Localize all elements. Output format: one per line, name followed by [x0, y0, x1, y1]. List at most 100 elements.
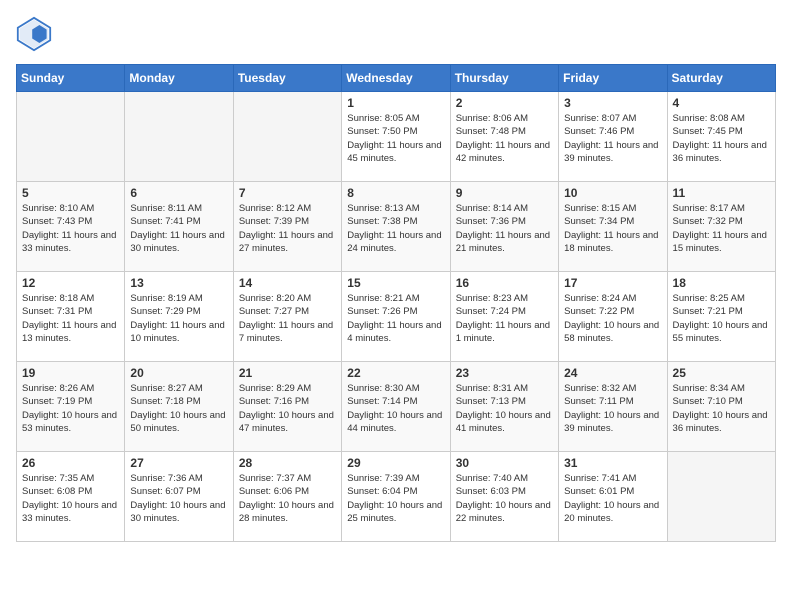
- day-info: Sunrise: 7:41 AMSunset: 6:01 PMDaylight:…: [564, 472, 661, 525]
- calendar-cell: 28 Sunrise: 7:37 AMSunset: 6:06 PMDayligh…: [233, 452, 341, 542]
- day-info: Sunrise: 8:26 AMSunset: 7:19 PMDaylight:…: [22, 382, 119, 435]
- day-number: 14: [239, 276, 336, 290]
- day-number: 19: [22, 366, 119, 380]
- calendar-table: SundayMondayTuesdayWednesdayThursdayFrid…: [16, 64, 776, 542]
- calendar-body: 1 Sunrise: 8:05 AMSunset: 7:50 PMDaylight…: [17, 92, 776, 542]
- day-number: 13: [130, 276, 227, 290]
- day-number: 10: [564, 186, 661, 200]
- day-number: 22: [347, 366, 444, 380]
- day-info: Sunrise: 8:21 AMSunset: 7:26 PMDaylight:…: [347, 292, 444, 345]
- calendar-cell: 21 Sunrise: 8:29 AMSunset: 7:16 PMDayligh…: [233, 362, 341, 452]
- day-info: Sunrise: 8:19 AMSunset: 7:29 PMDaylight:…: [130, 292, 227, 345]
- header-day: Monday: [125, 65, 233, 92]
- calendar-cell: 24 Sunrise: 8:32 AMSunset: 7:11 PMDayligh…: [559, 362, 667, 452]
- day-info: Sunrise: 8:15 AMSunset: 7:34 PMDaylight:…: [564, 202, 661, 255]
- day-number: 1: [347, 96, 444, 110]
- day-number: 30: [456, 456, 553, 470]
- day-info: Sunrise: 8:14 AMSunset: 7:36 PMDaylight:…: [456, 202, 553, 255]
- calendar-cell: 27Sunrise: 7:36 AMSunset: 6:07 PMDayligh…: [125, 452, 233, 542]
- day-number: 3: [564, 96, 661, 110]
- header-row: SundayMondayTuesdayWednesdayThursdayFrid…: [17, 65, 776, 92]
- calendar-cell: 16 Sunrise: 8:23 AMSunset: 7:24 PMDayligh…: [450, 272, 558, 362]
- calendar-cell: 4 Sunrise: 8:08 AMSunset: 7:45 PMDaylight…: [667, 92, 775, 182]
- calendar-cell: 18 Sunrise: 8:25 AMSunset: 7:21 PMDayligh…: [667, 272, 775, 362]
- calendar-cell: 26Sunrise: 7:35 AMSunset: 6:08 PMDayligh…: [17, 452, 125, 542]
- day-info: Sunrise: 8:29 AMSunset: 7:16 PMDaylight:…: [239, 382, 336, 435]
- calendar-cell: [17, 92, 125, 182]
- calendar-week: 26Sunrise: 7:35 AMSunset: 6:08 PMDayligh…: [17, 452, 776, 542]
- day-info: Sunrise: 7:40 AMSunset: 6:03 PMDaylight:…: [456, 472, 553, 525]
- day-info: Sunrise: 8:12 AMSunset: 7:39 PMDaylight:…: [239, 202, 336, 255]
- day-number: 16: [456, 276, 553, 290]
- day-number: 21: [239, 366, 336, 380]
- calendar-cell: 10 Sunrise: 8:15 AMSunset: 7:34 PMDayligh…: [559, 182, 667, 272]
- day-info: Sunrise: 8:05 AMSunset: 7:50 PMDaylight:…: [347, 112, 444, 165]
- calendar-cell: [667, 452, 775, 542]
- day-info: Sunrise: 8:25 AMSunset: 7:21 PMDaylight:…: [673, 292, 770, 345]
- day-number: 6: [130, 186, 227, 200]
- calendar-cell: 31 Sunrise: 7:41 AMSunset: 6:01 PMDayligh…: [559, 452, 667, 542]
- calendar-cell: 2 Sunrise: 8:06 AMSunset: 7:48 PMDaylight…: [450, 92, 558, 182]
- day-number: 20: [130, 366, 227, 380]
- day-number: 2: [456, 96, 553, 110]
- logo-icon: [16, 16, 52, 52]
- day-info: Sunrise: 8:17 AMSunset: 7:32 PMDaylight:…: [673, 202, 770, 255]
- calendar-cell: [125, 92, 233, 182]
- day-info: Sunrise: 7:39 AMSunset: 6:04 PMDaylight:…: [347, 472, 444, 525]
- calendar-cell: 12 Sunrise: 8:18 AMSunset: 7:31 PMDayligh…: [17, 272, 125, 362]
- header-day: Thursday: [450, 65, 558, 92]
- calendar-cell: 11Sunrise: 8:17 AMSunset: 7:32 PMDayligh…: [667, 182, 775, 272]
- day-info: Sunrise: 8:24 AMSunset: 7:22 PMDaylight:…: [564, 292, 661, 345]
- day-number: 25: [673, 366, 770, 380]
- logo: [16, 16, 58, 52]
- calendar-week: 19 Sunrise: 8:26 AMSunset: 7:19 PMDayligh…: [17, 362, 776, 452]
- calendar-cell: 5 Sunrise: 8:10 AMSunset: 7:43 PMDaylight…: [17, 182, 125, 272]
- calendar-cell: 7Sunrise: 8:12 AMSunset: 7:39 PMDaylight…: [233, 182, 341, 272]
- day-number: 28: [239, 456, 336, 470]
- day-info: Sunrise: 8:13 AMSunset: 7:38 PMDaylight:…: [347, 202, 444, 255]
- day-info: Sunrise: 8:06 AMSunset: 7:48 PMDaylight:…: [456, 112, 553, 165]
- header-day: Saturday: [667, 65, 775, 92]
- calendar-cell: 14 Sunrise: 8:20 AMSunset: 7:27 PMDayligh…: [233, 272, 341, 362]
- day-number: 29: [347, 456, 444, 470]
- calendar-cell: 17Sunrise: 8:24 AMSunset: 7:22 PMDayligh…: [559, 272, 667, 362]
- day-info: Sunrise: 8:10 AMSunset: 7:43 PMDaylight:…: [22, 202, 119, 255]
- day-info: Sunrise: 8:07 AMSunset: 7:46 PMDaylight:…: [564, 112, 661, 165]
- day-info: Sunrise: 8:08 AMSunset: 7:45 PMDaylight:…: [673, 112, 770, 165]
- calendar-cell: 3 Sunrise: 8:07 AMSunset: 7:46 PMDaylight…: [559, 92, 667, 182]
- calendar-cell: 29 Sunrise: 7:39 AMSunset: 6:04 PMDayligh…: [342, 452, 450, 542]
- day-number: 23: [456, 366, 553, 380]
- day-number: 24: [564, 366, 661, 380]
- header-day: Wednesday: [342, 65, 450, 92]
- day-number: 4: [673, 96, 770, 110]
- day-info: Sunrise: 8:18 AMSunset: 7:31 PMDaylight:…: [22, 292, 119, 345]
- calendar-cell: 15 Sunrise: 8:21 AMSunset: 7:26 PMDayligh…: [342, 272, 450, 362]
- day-info: Sunrise: 7:37 AMSunset: 6:06 PMDaylight:…: [239, 472, 336, 525]
- calendar-cell: [233, 92, 341, 182]
- page-header: [16, 16, 776, 52]
- day-info: Sunrise: 8:32 AMSunset: 7:11 PMDaylight:…: [564, 382, 661, 435]
- calendar-cell: 23 Sunrise: 8:31 AMSunset: 7:13 PMDayligh…: [450, 362, 558, 452]
- day-number: 15: [347, 276, 444, 290]
- day-info: Sunrise: 8:20 AMSunset: 7:27 PMDaylight:…: [239, 292, 336, 345]
- calendar-cell: 20Sunrise: 8:27 AMSunset: 7:18 PMDayligh…: [125, 362, 233, 452]
- day-number: 31: [564, 456, 661, 470]
- calendar-cell: 30 Sunrise: 7:40 AMSunset: 6:03 PMDayligh…: [450, 452, 558, 542]
- header-day: Friday: [559, 65, 667, 92]
- day-number: 12: [22, 276, 119, 290]
- day-number: 5: [22, 186, 119, 200]
- day-number: 8: [347, 186, 444, 200]
- calendar-cell: 22 Sunrise: 8:30 AMSunset: 7:14 PMDayligh…: [342, 362, 450, 452]
- calendar-cell: 1 Sunrise: 8:05 AMSunset: 7:50 PMDaylight…: [342, 92, 450, 182]
- header-day: Tuesday: [233, 65, 341, 92]
- day-info: Sunrise: 8:31 AMSunset: 7:13 PMDaylight:…: [456, 382, 553, 435]
- day-info: Sunrise: 7:35 AMSunset: 6:08 PMDaylight:…: [22, 472, 119, 525]
- day-info: Sunrise: 8:23 AMSunset: 7:24 PMDaylight:…: [456, 292, 553, 345]
- day-info: Sunrise: 8:30 AMSunset: 7:14 PMDaylight:…: [347, 382, 444, 435]
- calendar-week: 1 Sunrise: 8:05 AMSunset: 7:50 PMDaylight…: [17, 92, 776, 182]
- calendar-header: SundayMondayTuesdayWednesdayThursdayFrid…: [17, 65, 776, 92]
- calendar-cell: 9Sunrise: 8:14 AMSunset: 7:36 PMDaylight…: [450, 182, 558, 272]
- calendar-cell: 6Sunrise: 8:11 AMSunset: 7:41 PMDaylight…: [125, 182, 233, 272]
- day-info: Sunrise: 8:34 AMSunset: 7:10 PMDaylight:…: [673, 382, 770, 435]
- day-number: 18: [673, 276, 770, 290]
